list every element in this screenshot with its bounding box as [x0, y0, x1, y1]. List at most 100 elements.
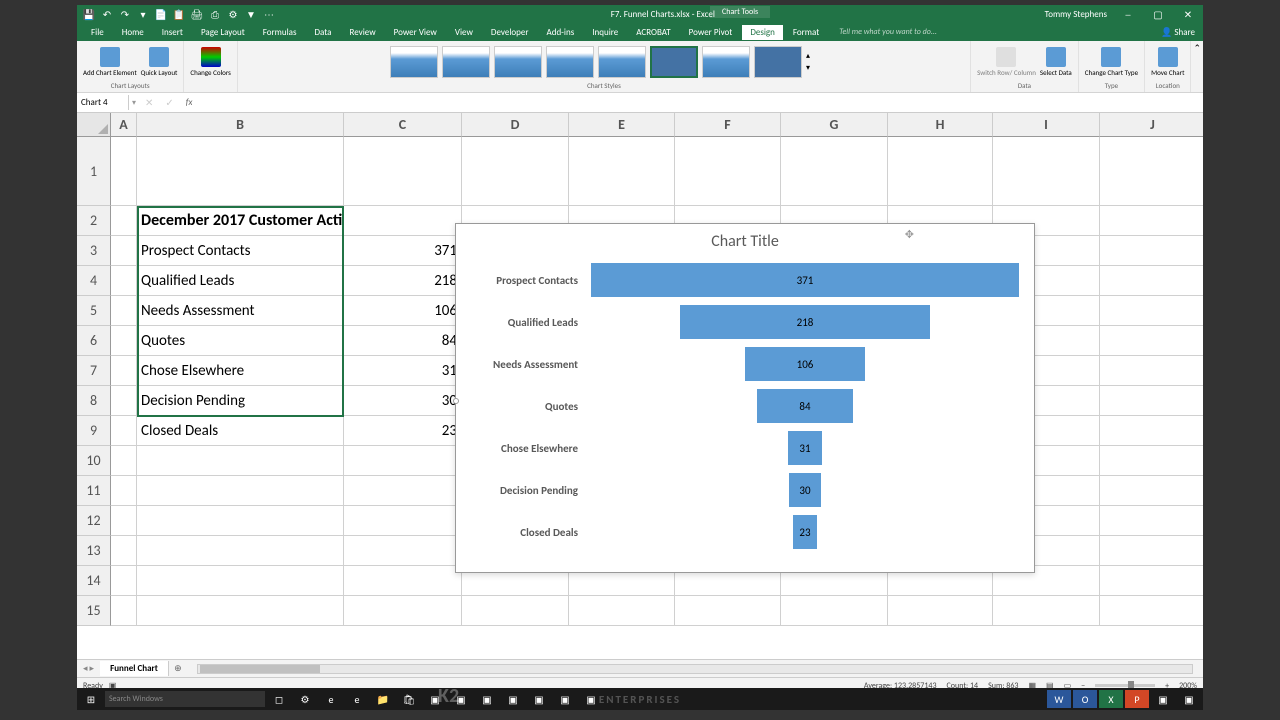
row-header-12[interactable]: 12 — [77, 506, 111, 536]
styles-down-icon[interactable]: ▾ — [806, 63, 818, 73]
chart-style-7[interactable] — [702, 46, 750, 78]
cell-B5[interactable]: Needs Assessment — [137, 296, 344, 326]
funnel-bar-3[interactable]: 84 — [756, 388, 853, 424]
select-data-button[interactable]: Select Data — [1040, 47, 1072, 77]
cell-C10[interactable] — [344, 446, 462, 476]
tab-power-view[interactable]: Power View — [386, 25, 445, 40]
cell-B4[interactable]: Qualified Leads — [137, 266, 344, 296]
funnel-bar-4[interactable]: 31 — [787, 430, 823, 466]
add-sheet-icon[interactable]: ⊕ — [169, 663, 187, 674]
row-header-10[interactable]: 10 — [77, 446, 111, 476]
cell-H1[interactable] — [888, 137, 993, 206]
cell-B10[interactable] — [137, 446, 344, 476]
cell-J14[interactable] — [1100, 566, 1203, 596]
cell-B12[interactable] — [137, 506, 344, 536]
start-button[interactable]: ⊞ — [79, 690, 103, 708]
row-header-2[interactable]: 2 — [77, 206, 111, 236]
cell-B3[interactable]: Prospect Contacts — [137, 236, 344, 266]
move-chart-button[interactable]: Move Chart — [1151, 47, 1184, 77]
cell-B15[interactable] — [137, 596, 344, 626]
cell-A13[interactable] — [111, 536, 137, 566]
tab-review[interactable]: Review — [341, 25, 383, 40]
cell-B8[interactable]: Decision Pending — [137, 386, 344, 416]
cell-J7[interactable] — [1100, 356, 1203, 386]
worksheet-grid[interactable]: ABCDEFGHIJ 123456789101112131415 Decembe… — [77, 113, 1203, 659]
col-header-J[interactable]: J — [1100, 113, 1203, 137]
row-header-13[interactable]: 13 — [77, 536, 111, 566]
taskbar-search[interactable]: Search Windows — [105, 691, 265, 707]
tab-power-pivot[interactable]: Power Pivot — [681, 25, 741, 40]
cell-B11[interactable] — [137, 476, 344, 506]
cell-B7[interactable]: Chose Elsewhere — [137, 356, 344, 386]
cell-A9[interactable] — [111, 416, 137, 446]
tab-developer[interactable]: Developer — [483, 25, 537, 40]
cell-J6[interactable] — [1100, 326, 1203, 356]
cell-C3[interactable]: 371 — [344, 236, 462, 266]
col-header-G[interactable]: G — [781, 113, 888, 137]
tab-page-layout[interactable]: Page Layout — [193, 25, 253, 40]
cell-A6[interactable] — [111, 326, 137, 356]
row-header-7[interactable]: 7 — [77, 356, 111, 386]
app-icon-3[interactable]: ▣ — [475, 690, 499, 708]
cell-J12[interactable] — [1100, 506, 1203, 536]
funnel-bar-0[interactable]: 371 — [590, 262, 1020, 298]
tab-formulas[interactable]: Formulas — [255, 25, 305, 40]
change-colors-button[interactable]: Change Colors — [190, 47, 231, 77]
tab-format[interactable]: Format — [785, 25, 827, 40]
explorer-icon[interactable]: 📁 — [371, 690, 395, 708]
name-box-dropdown-icon[interactable]: ▾ — [129, 98, 139, 108]
move-handle-icon[interactable]: ✥ — [905, 228, 914, 241]
cell-A14[interactable] — [111, 566, 137, 596]
collapse-ribbon-icon[interactable]: ⌃ — [1191, 41, 1203, 92]
cell-D15[interactable] — [462, 596, 569, 626]
col-header-C[interactable]: C — [344, 113, 462, 137]
qat-icon6[interactable]: ⚙ — [227, 8, 239, 20]
fx-icon[interactable]: fx — [180, 97, 199, 108]
cell-A4[interactable] — [111, 266, 137, 296]
tab-insert[interactable]: Insert — [154, 25, 191, 40]
cell-A15[interactable] — [111, 596, 137, 626]
row-header-6[interactable]: 6 — [77, 326, 111, 356]
tell-me-input[interactable]: Tell me what you want to do... — [839, 27, 937, 37]
app-icon-5[interactable]: ▣ — [527, 690, 551, 708]
cell-H15[interactable] — [888, 596, 993, 626]
sheet-tab-funnel[interactable]: Funnel Chart — [100, 661, 169, 676]
cell-C9[interactable]: 23 — [344, 416, 462, 446]
tab-design[interactable]: Design — [742, 25, 783, 40]
horizontal-scrollbar[interactable] — [197, 664, 1193, 674]
cell-A11[interactable] — [111, 476, 137, 506]
cell-D1[interactable] — [462, 137, 569, 206]
settings-icon[interactable]: ⚙ — [293, 690, 317, 708]
chart-style-5[interactable] — [598, 46, 646, 78]
cell-F1[interactable] — [675, 137, 781, 206]
cell-A2[interactable] — [111, 206, 137, 236]
cell-C14[interactable] — [344, 566, 462, 596]
cell-A3[interactable] — [111, 236, 137, 266]
save-icon[interactable]: 💾 — [83, 8, 95, 20]
qat-icon8[interactable]: ⋯ — [263, 8, 275, 20]
chart-style-1[interactable] — [390, 46, 438, 78]
row-header-4[interactable]: 4 — [77, 266, 111, 296]
funnel-bar-5[interactable]: 30 — [788, 472, 823, 508]
funnel-bar-1[interactable]: 218 — [679, 304, 932, 340]
task-view-icon[interactable]: ◻ — [267, 690, 291, 708]
cell-A7[interactable] — [111, 356, 137, 386]
row-header-15[interactable]: 15 — [77, 596, 111, 626]
cell-C12[interactable] — [344, 506, 462, 536]
excel-icon[interactable]: X — [1099, 690, 1123, 708]
cell-B6[interactable]: Quotes — [137, 326, 344, 356]
col-header-B[interactable]: B — [137, 113, 344, 137]
tab-file[interactable]: File — [83, 25, 112, 40]
app-icon-1[interactable]: ▣ — [423, 690, 447, 708]
cell-C2[interactable] — [344, 206, 462, 236]
row-headers[interactable]: 123456789101112131415 — [77, 137, 111, 626]
cell-J4[interactable] — [1100, 266, 1203, 296]
cell-E15[interactable] — [569, 596, 675, 626]
col-header-E[interactable]: E — [569, 113, 675, 137]
tab-acrobat[interactable]: ACROBAT — [628, 25, 678, 40]
app-icon-2[interactable]: ▣ — [449, 690, 473, 708]
col-header-D[interactable]: D — [462, 113, 569, 137]
word-icon[interactable]: W — [1047, 690, 1071, 708]
cell-B14[interactable] — [137, 566, 344, 596]
cell-J3[interactable] — [1100, 236, 1203, 266]
